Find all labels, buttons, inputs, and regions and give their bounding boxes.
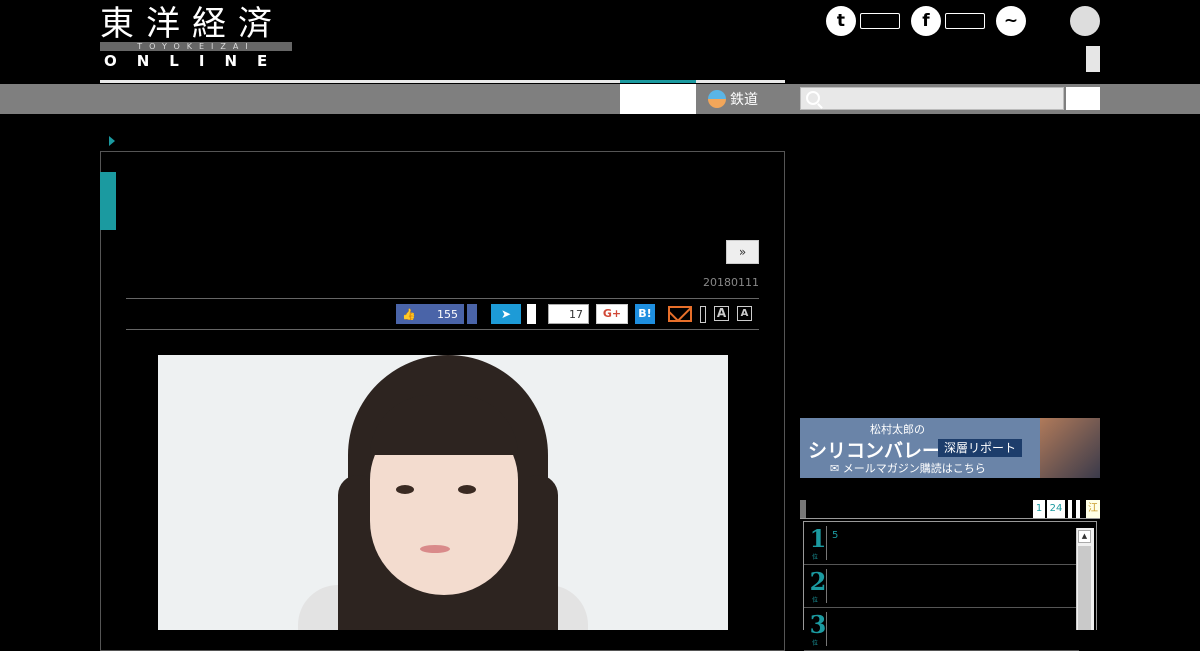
nav-tab-active[interactable]: [620, 84, 696, 114]
thumbs-up-icon: 👍: [402, 307, 416, 321]
ranking-tab-1[interactable]: 1: [1033, 500, 1045, 518]
facebook-icon[interactable]: f: [911, 6, 941, 36]
rank-suffix: 位: [812, 597, 819, 604]
share-count-box: 17: [548, 304, 589, 324]
rank-divider: [826, 612, 827, 646]
ranking-tab-3[interactable]: [1068, 500, 1072, 518]
train-icon: [708, 90, 726, 108]
ranking-tab-4[interactable]: [1076, 500, 1080, 518]
article-category-tab: [100, 172, 116, 230]
rank-divider: [826, 526, 827, 560]
rank-number: 1: [809, 524, 827, 553]
banner-mail-link: ✉ メールマガジン購読はこちら: [830, 460, 986, 476]
rss-icon[interactable]: [1070, 6, 1100, 36]
mail-icon[interactable]: [668, 306, 692, 322]
google-plus-button[interactable]: G+: [596, 304, 628, 324]
font-size-large-button[interactable]: A: [714, 306, 729, 321]
facebook-like-button[interactable]: 👍 155: [396, 304, 464, 324]
logo-online: ONLINE: [104, 52, 288, 70]
rank-suffix: 位: [812, 554, 819, 561]
search-icon: [806, 91, 820, 105]
search-input[interactable]: [800, 87, 1064, 110]
facebook-like-count: [945, 13, 985, 29]
rank-title: 5: [832, 530, 839, 541]
banner-photo: [1040, 418, 1100, 478]
tweet-button[interactable]: ➤: [491, 304, 521, 324]
share-more-button[interactable]: [700, 306, 706, 323]
tweet-count-bubble: [527, 304, 536, 324]
photo-eye-left: [396, 485, 414, 494]
divider: [126, 329, 759, 330]
twitter-icon[interactable]: t: [826, 6, 856, 36]
ranking-tab-5[interactable]: 江: [1086, 500, 1100, 518]
twitter-follow-count: [860, 13, 900, 29]
ranking-divider: [800, 518, 1100, 519]
banner-chip: 深層リポート: [938, 439, 1023, 457]
breadcrumb-arrow-icon: [109, 136, 115, 146]
scroll-up-icon[interactable]: ▲: [1078, 530, 1091, 543]
ranking-list: 1 位 5 2 位 3 位: [803, 521, 1097, 651]
banner-subtitle: 松村太郎の: [870, 423, 925, 436]
facebook-share-button[interactable]: [467, 304, 477, 324]
divider: [126, 298, 759, 299]
logo[interactable]: 東洋経済: [100, 4, 284, 44]
nav-active-accent: [620, 80, 696, 83]
next-page-button[interactable]: »: [726, 240, 759, 264]
nav-tab-railway-label: 鉄道: [730, 92, 758, 108]
banner-title: シリコンバレー: [808, 440, 942, 462]
messenger-icon[interactable]: ~: [996, 6, 1026, 36]
search-button[interactable]: [1066, 87, 1100, 110]
font-size-small-button[interactable]: A: [737, 306, 752, 321]
like-count: 155: [437, 307, 458, 321]
logo-romaji: TOYOKEIZAI: [100, 42, 292, 51]
photo-hair-right: [518, 475, 558, 630]
article-photo: [158, 355, 728, 630]
rank-suffix: 位: [812, 640, 819, 647]
hatena-bookmark-button[interactable]: B!: [635, 304, 655, 324]
article-date: 20180111: [703, 276, 759, 289]
ranking-item[interactable]: 2 位: [804, 565, 1079, 608]
ranking-item[interactable]: 1 位 5: [804, 522, 1079, 565]
header-small-button[interactable]: [1086, 46, 1100, 72]
newsletter-banner[interactable]: 松村太郎の シリコンバレー 深層リポート ✉ メールマガジン購読はこちら: [800, 418, 1100, 478]
photo-eye-right: [458, 485, 476, 494]
photo-mouth: [420, 545, 450, 553]
scrollbar-thumb[interactable]: [1078, 546, 1091, 630]
rank-number: 3: [809, 610, 827, 639]
rank-divider: [826, 569, 827, 603]
ranking-header-tab: [800, 500, 806, 518]
banner-mail-text: メールマガジン購読はこちら: [842, 462, 986, 475]
twitter-bird-icon: ➤: [500, 307, 512, 321]
nav-tab-railway[interactable]: 鉄道: [708, 84, 780, 114]
envelope-icon: ✉: [830, 462, 840, 475]
ranking-tab-24[interactable]: 24: [1047, 500, 1065, 518]
rank-number: 2: [809, 567, 827, 596]
